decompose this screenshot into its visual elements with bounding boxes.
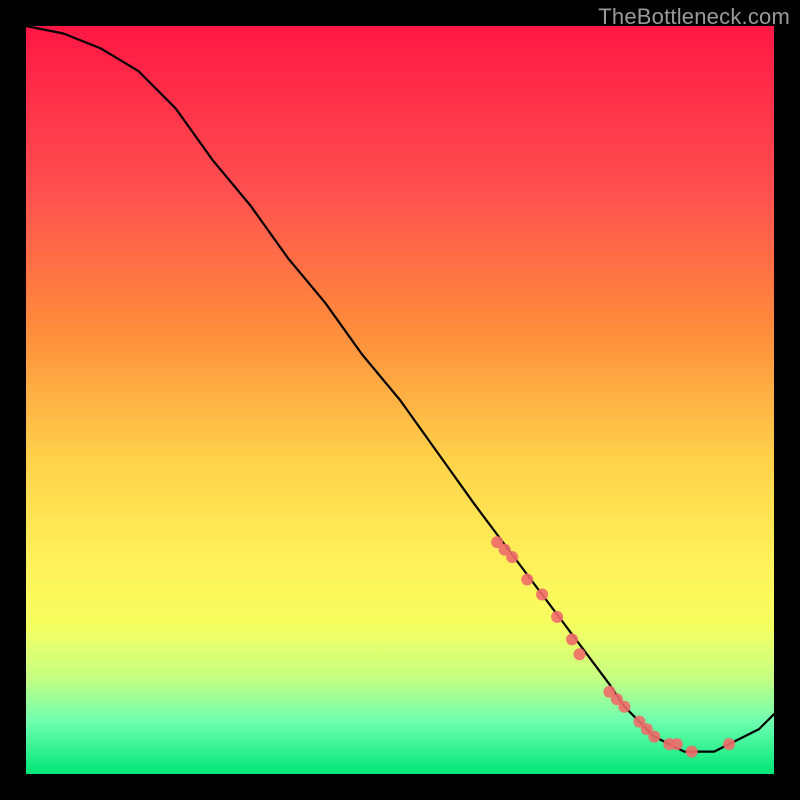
data-point xyxy=(536,589,548,601)
plot-area xyxy=(26,26,774,774)
data-point xyxy=(566,633,578,645)
data-point xyxy=(648,731,660,743)
data-point xyxy=(574,648,586,660)
data-point xyxy=(521,574,533,586)
data-point xyxy=(671,738,683,750)
data-point xyxy=(618,701,630,713)
bottleneck-curve xyxy=(26,26,774,752)
data-point xyxy=(723,738,735,750)
data-point xyxy=(506,551,518,563)
chart-svg xyxy=(26,26,774,774)
data-point xyxy=(686,746,698,758)
curve-path xyxy=(26,26,774,752)
data-point xyxy=(551,611,563,623)
chart-frame: TheBottleneck.com xyxy=(0,0,800,800)
highlight-points xyxy=(491,536,735,758)
watermark-text: TheBottleneck.com xyxy=(598,4,790,30)
